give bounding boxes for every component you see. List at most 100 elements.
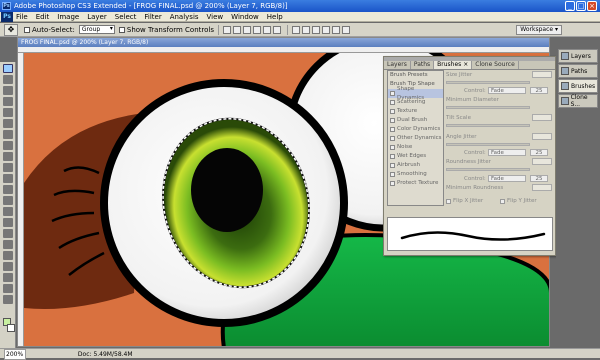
checkbox[interactable] [390,127,395,132]
pen-tool-icon[interactable] [3,218,13,227]
distribute-middle-icon[interactable] [301,25,310,34]
protect-texture-item[interactable]: Protect Texture [388,179,443,188]
tab-brushes[interactable]: Brushes × [434,61,473,69]
menu-help[interactable]: Help [267,13,283,21]
checkbox[interactable] [390,154,395,159]
slice-tool-icon[interactable] [3,119,13,128]
distribute-center-icon[interactable] [331,25,340,34]
dock-layers[interactable]: Layers [558,49,598,63]
dock-brushes[interactable]: Brushes [558,79,598,93]
menu-layer[interactable]: Layer [87,13,107,21]
menu-file[interactable]: File [16,13,28,21]
checkbox[interactable] [390,118,395,123]
workspace-button[interactable]: Workspace ▾ [516,25,562,35]
control-value[interactable]: 25 [530,175,548,182]
distribute-bottom-icon[interactable] [311,25,320,34]
flip-y-jitter-option[interactable]: Flip Y Jitter [500,198,537,204]
menu-view[interactable]: View [207,13,224,21]
move-tool-icon[interactable] [3,64,13,73]
menu-filter[interactable]: Filter [144,13,161,21]
control-dropdown[interactable]: Fade [488,87,526,94]
type-tool-icon[interactable] [3,229,13,238]
dock-paths[interactable]: Paths [558,64,598,78]
control-value[interactable]: 25 [530,149,548,156]
hand-tool-icon[interactable] [3,284,13,293]
blur-tool-icon[interactable] [3,196,13,205]
checkbox[interactable] [390,181,395,186]
angle-jitter-slider[interactable] [446,143,530,146]
align-center-icon[interactable] [262,25,271,34]
shape-tool-icon[interactable] [3,251,13,260]
background-color-swatch[interactable] [7,324,15,332]
tab-clone-source[interactable]: Clone Source [472,61,519,69]
color-dynamics-item[interactable]: Color Dynamics [388,125,443,134]
tab-paths[interactable]: Paths [411,61,435,69]
smoothing-item[interactable]: Smoothing [388,170,443,179]
checkbox[interactable] [390,109,395,114]
align-middle-icon[interactable] [232,25,241,34]
align-left-icon[interactable] [252,25,261,34]
other-dynamics-item[interactable]: Other Dynamics [388,134,443,143]
tilt-scale-slider[interactable] [446,124,530,127]
dodge-tool-icon[interactable] [3,207,13,216]
dock-clone-source[interactable]: Clone S... [558,94,598,108]
minimum-diameter-slider[interactable] [446,106,530,109]
notes-tool-icon[interactable] [3,262,13,271]
minimum-roundness-field[interactable] [532,184,552,191]
crop-tool-icon[interactable] [3,108,13,117]
maximize-button[interactable]: □ [576,1,586,11]
shape-dynamics-item[interactable]: Shape Dynamics [388,86,443,101]
auto-select-checkbox[interactable] [24,26,30,33]
distribute-right-icon[interactable] [341,25,350,34]
clone-stamp-icon[interactable] [3,152,13,161]
checkbox[interactable] [390,91,395,96]
transform-controls-checkbox[interactable] [118,26,125,33]
eraser-tool-icon[interactable] [3,174,13,183]
align-right-icon[interactable] [272,25,281,34]
control-dropdown[interactable]: Fade [488,149,526,156]
checkbox[interactable] [390,163,395,168]
history-brush-icon[interactable] [3,163,13,172]
distribute-left-icon[interactable] [321,25,330,34]
dual-brush-item[interactable]: Dual Brush [388,116,443,125]
brush-tool-icon[interactable] [3,141,13,150]
roundness-jitter-field[interactable] [532,158,552,165]
airbrush-item[interactable]: Airbrush [388,161,443,170]
brush-presets-item[interactable]: Brush Presets [388,71,443,80]
menu-edit[interactable]: Edit [36,13,50,21]
flip-x-jitter-option[interactable]: Flip X Jitter [446,198,483,204]
checkbox[interactable] [390,136,395,141]
minimize-button[interactable]: _ [565,1,575,11]
zoom-level[interactable]: 200% [4,349,26,360]
noise-item[interactable]: Noise [388,143,443,152]
menu-analysis[interactable]: Analysis [170,13,199,21]
zoom-tool-icon[interactable] [3,295,13,304]
align-top-icon[interactable] [222,25,231,34]
control-value[interactable]: 25 [530,87,548,94]
menu-window[interactable]: Window [231,13,259,21]
tilt-scale-field[interactable] [532,114,552,121]
auto-select-dropdown[interactable]: Group [78,25,115,34]
checkbox[interactable] [446,198,451,204]
checkbox[interactable] [390,145,395,150]
texture-item[interactable]: Texture [388,107,443,116]
size-jitter-field[interactable] [532,71,552,78]
menu-select[interactable]: Select [115,13,137,21]
wet-edges-item[interactable]: Wet Edges [388,152,443,161]
path-selection-icon[interactable] [3,240,13,249]
lasso-tool-icon[interactable] [3,86,13,95]
marquee-tool-icon[interactable] [3,75,13,84]
size-jitter-slider[interactable] [446,81,530,84]
move-tool-icon[interactable]: ✥ [4,23,18,36]
healing-brush-icon[interactable] [3,130,13,139]
checkbox[interactable] [390,172,395,177]
checkbox[interactable] [390,100,395,105]
align-bottom-icon[interactable] [242,25,251,34]
gradient-tool-icon[interactable] [3,185,13,194]
control-dropdown[interactable]: Fade [488,175,526,182]
menu-image[interactable]: Image [57,13,79,21]
magic-wand-icon[interactable] [3,97,13,106]
checkbox[interactable] [500,198,505,204]
eyedropper-icon[interactable] [3,273,13,282]
angle-jitter-field[interactable] [532,133,552,140]
